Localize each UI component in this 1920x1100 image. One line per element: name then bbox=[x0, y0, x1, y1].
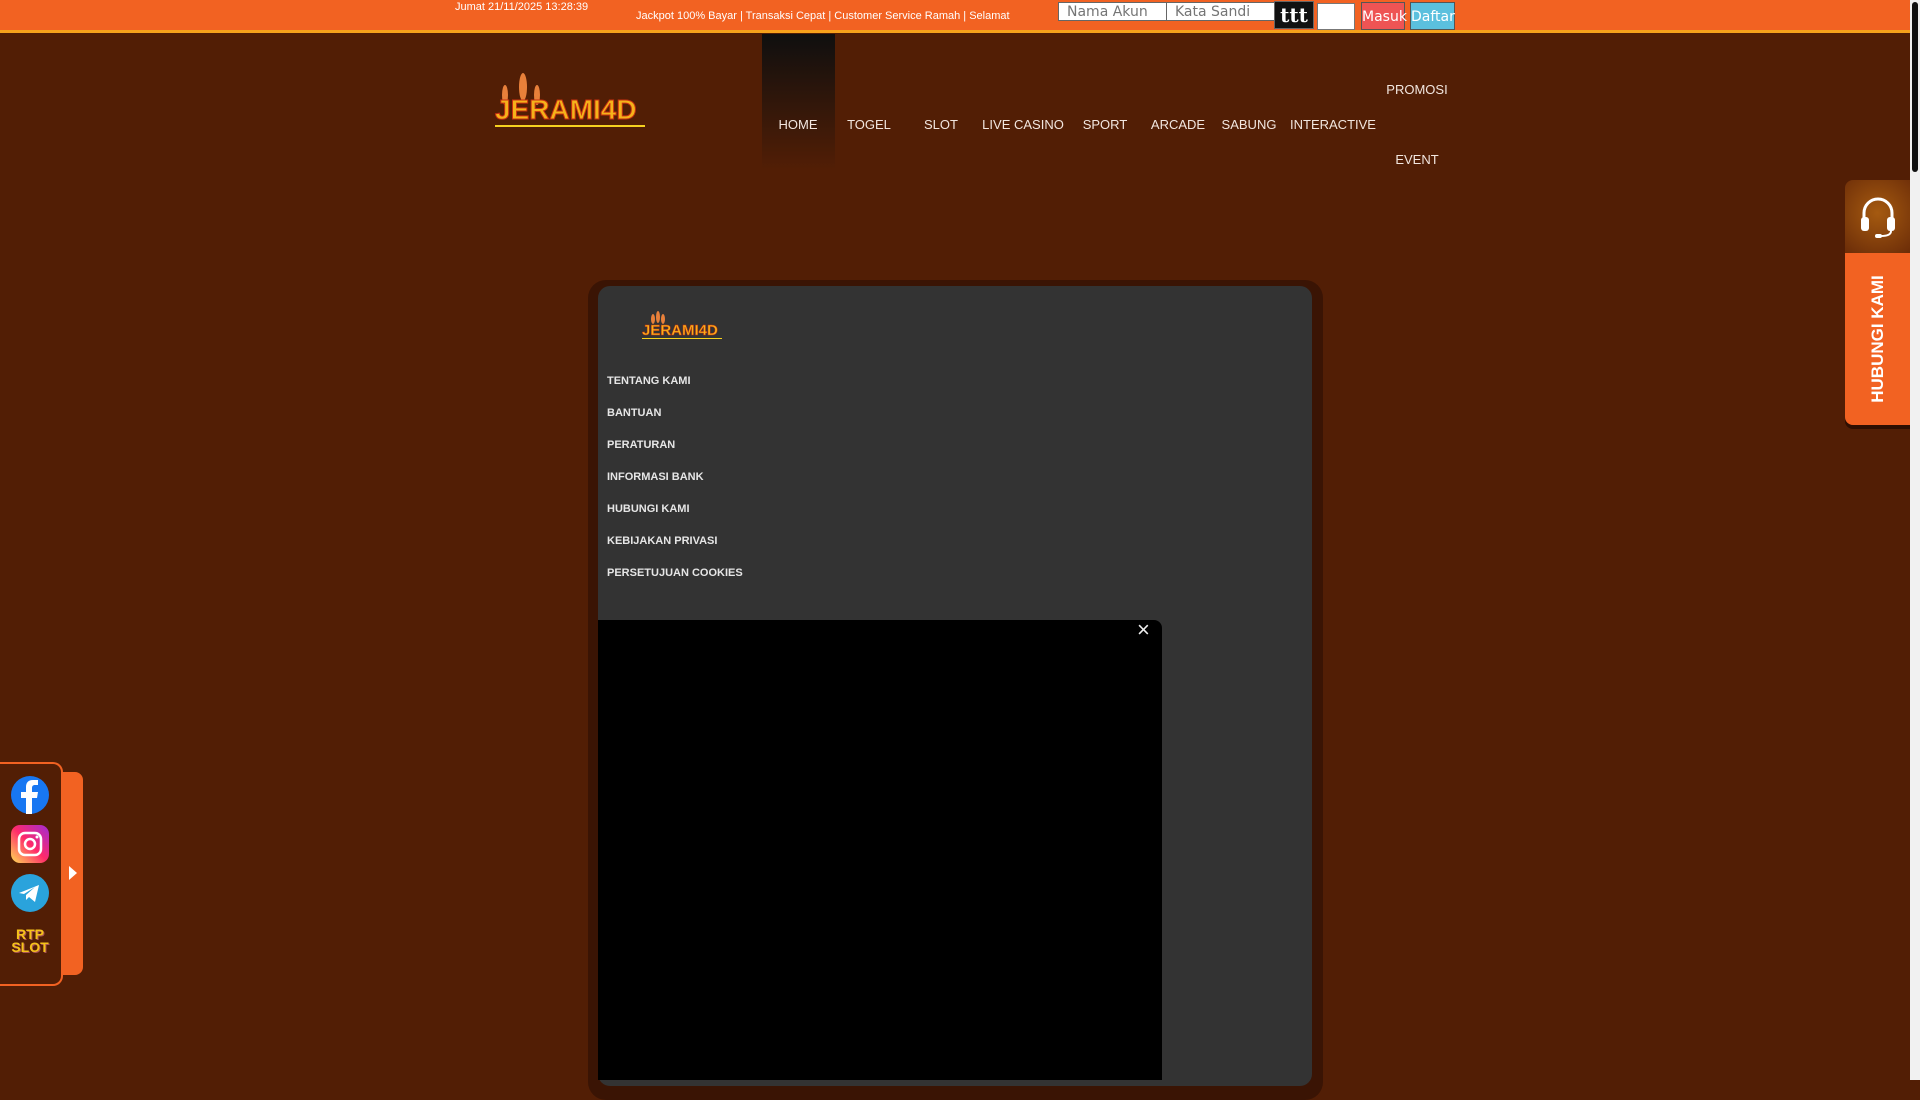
nav-interactive[interactable]: INTERACTIVE bbox=[1290, 117, 1376, 132]
footer-link-informasi-bank[interactable]: INFORMASI BANK bbox=[607, 471, 704, 483]
nav-togel[interactable]: TOGEL bbox=[847, 117, 891, 132]
datetime: Jumat 21/11/2025 13:28:39 bbox=[455, 1, 589, 13]
login-button[interactable]: Masuk bbox=[1361, 2, 1407, 30]
nav-slot[interactable]: SLOT bbox=[924, 117, 958, 132]
footer-logo: JERAMI4D bbox=[642, 311, 722, 339]
footer-link-hubungi-kami[interactable]: HUBUNGI KAMI bbox=[607, 503, 690, 515]
nav-home[interactable]: HOME bbox=[779, 117, 818, 132]
svg-text:JERAMI4D: JERAMI4D bbox=[642, 322, 718, 339]
username-input[interactable] bbox=[1058, 2, 1167, 21]
footer-link-persetujuan-cookies[interactable]: PERSETUJUAN COOKIES bbox=[607, 567, 743, 579]
footer-link-bantuan[interactable]: BANTUAN bbox=[607, 407, 661, 419]
marquee-text: Jackpot 100% Bayar | Transaksi Cepat | C… bbox=[636, 10, 1010, 22]
nav-sabung[interactable]: SABUNG bbox=[1222, 117, 1277, 132]
social-panel-toggle[interactable] bbox=[63, 772, 83, 975]
footer-link-kebijakan-privasi[interactable]: KEBIJAKAN PRIVASI bbox=[607, 535, 717, 547]
footer-link-peraturan[interactable]: PERATURAN bbox=[607, 439, 675, 451]
svg-text:JERAMI4D: JERAMI4D bbox=[495, 94, 637, 125]
contact-us-button[interactable]: HUBUNGI KAMI bbox=[1845, 180, 1910, 425]
headset-icon bbox=[1860, 197, 1895, 238]
rtp-slot-icon[interactable]: RTP SLOT bbox=[11, 927, 49, 954]
footer-link-tentang-kami[interactable]: TENTANG KAMI bbox=[607, 375, 691, 387]
close-icon[interactable]: × bbox=[1137, 617, 1150, 643]
logo[interactable]: JERAMI4D bbox=[493, 73, 648, 130]
top-bar: Jumat 21/11/2025 13:28:39 Jackpot 100% B… bbox=[0, 0, 1910, 33]
nav-promosi[interactable]: PROMOSI bbox=[1386, 82, 1447, 97]
scrollbar-thumb[interactable] bbox=[1912, 2, 1918, 172]
nav-sport[interactable]: SPORT bbox=[1083, 117, 1128, 132]
nav-arcade[interactable]: ARCADE bbox=[1151, 117, 1205, 132]
register-button[interactable]: Daftar bbox=[1410, 2, 1455, 30]
nav-active-highlight bbox=[762, 34, 835, 170]
password-input[interactable] bbox=[1166, 2, 1275, 21]
telegram-icon[interactable] bbox=[11, 874, 49, 912]
contact-label: HUBUNGI KAMI bbox=[1867, 275, 1887, 403]
scrollbar[interactable] bbox=[1910, 0, 1920, 1080]
nav-event[interactable]: EVENT bbox=[1395, 152, 1438, 167]
captcha-input[interactable] bbox=[1317, 3, 1355, 30]
instagram-icon[interactable] bbox=[11, 825, 49, 863]
facebook-icon[interactable] bbox=[11, 776, 49, 814]
nav-live-casino[interactable]: LIVE CASINO bbox=[982, 117, 1064, 132]
captcha-image: ttt bbox=[1274, 1, 1314, 29]
video-popup[interactable] bbox=[598, 620, 1162, 1080]
